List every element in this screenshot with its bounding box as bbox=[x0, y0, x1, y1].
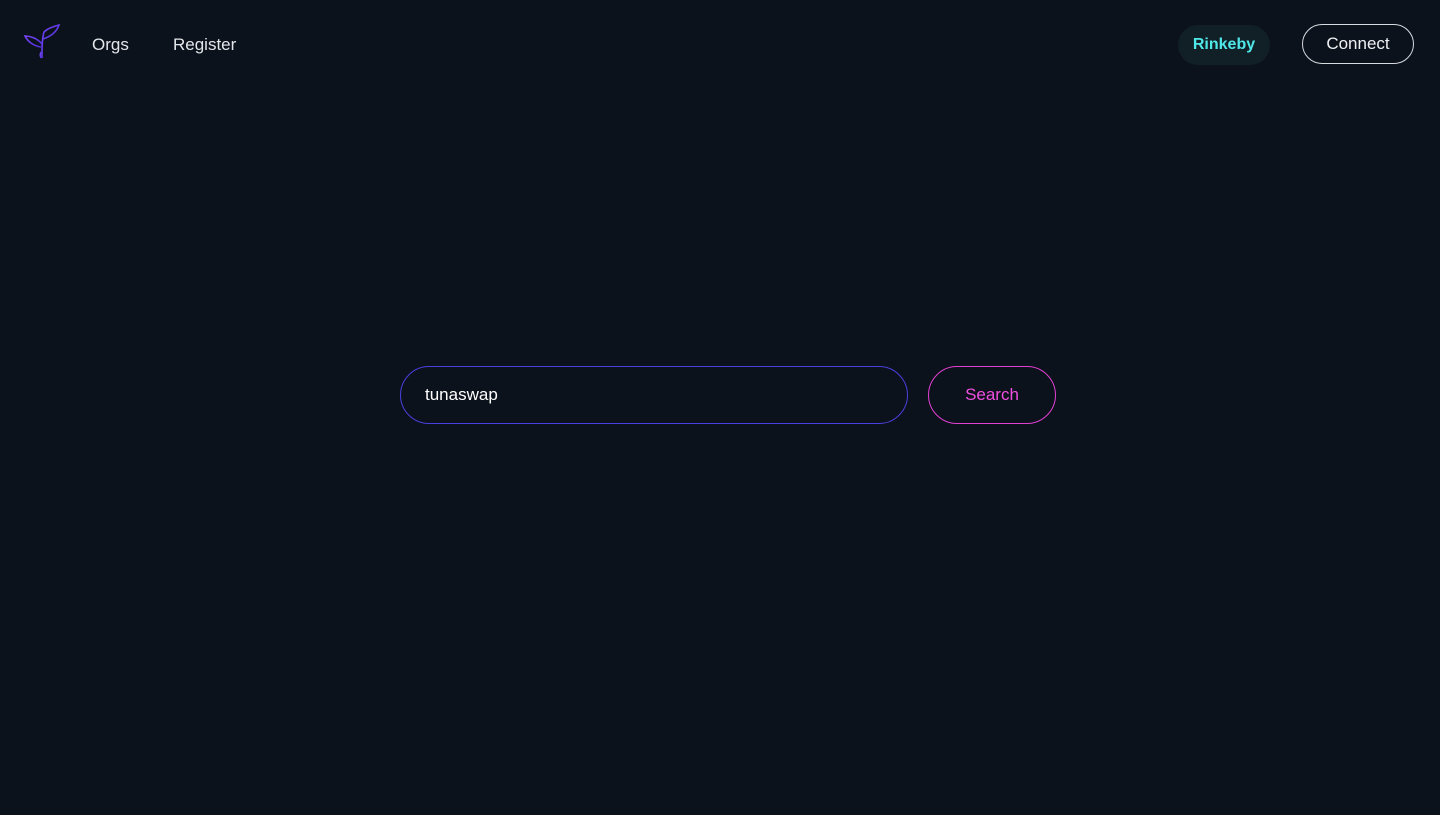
connect-button[interactable]: Connect bbox=[1302, 24, 1414, 64]
nav-link-register[interactable]: Register bbox=[173, 34, 236, 56]
nav-link-orgs[interactable]: Orgs bbox=[92, 34, 129, 56]
search-input[interactable] bbox=[425, 367, 885, 422]
search-field[interactable] bbox=[400, 366, 908, 424]
top-navigation-bar: Orgs Register Rinkeby Connect bbox=[0, 0, 1440, 90]
sprout-icon[interactable] bbox=[22, 22, 62, 62]
search-button[interactable]: Search bbox=[928, 366, 1056, 424]
network-badge[interactable]: Rinkeby bbox=[1178, 25, 1270, 65]
network-label: Rinkeby bbox=[1192, 36, 1256, 53]
